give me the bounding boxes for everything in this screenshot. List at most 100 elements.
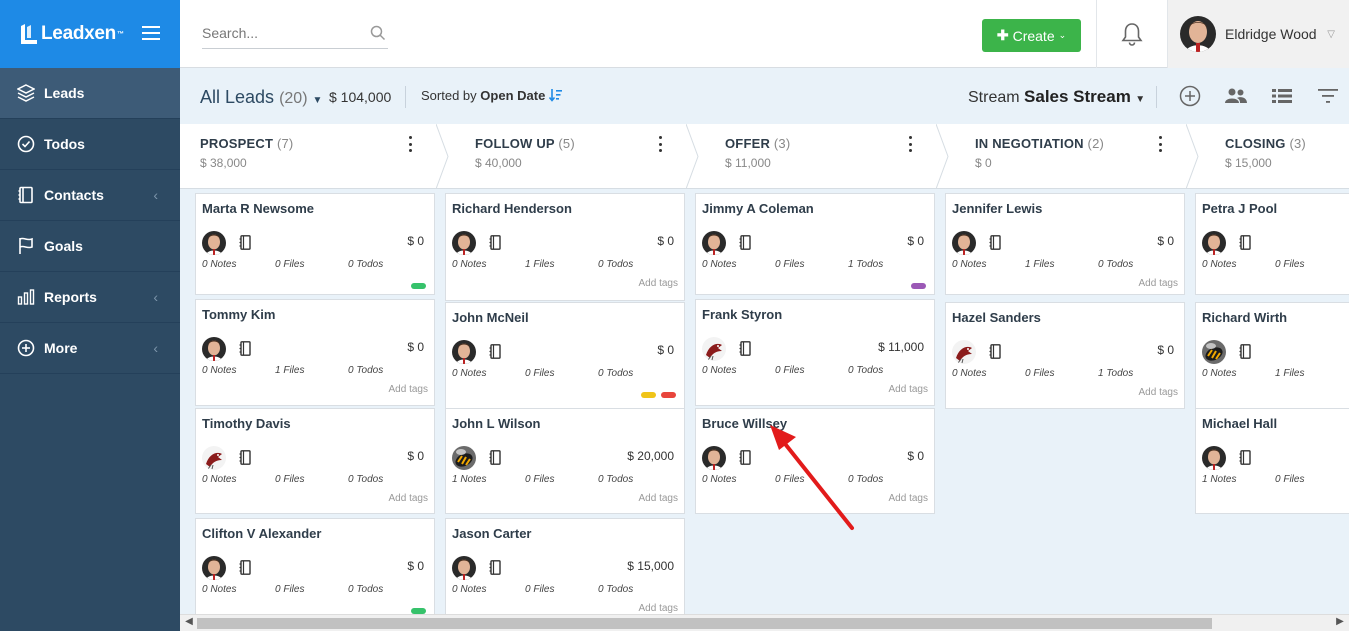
notes-count[interactable]: 1 Notes <box>452 474 486 485</box>
lead-name[interactable]: Bruce Willsey <box>702 416 787 431</box>
lead-card[interactable]: Marta R Newsome $ 0 0 Notes 0 Files 0 Todos <box>195 193 435 295</box>
contact-book-icon[interactable] <box>489 560 501 580</box>
notes-count[interactable]: 0 Notes <box>202 474 236 485</box>
files-count[interactable]: 0 Files <box>275 474 304 485</box>
more-vertical-icon[interactable] <box>1155 136 1165 152</box>
lead-card[interactable]: Richard Wirth 0 Notes 1 Files <box>1195 302 1349 409</box>
sidebar-item-goals[interactable]: Goals <box>0 221 180 272</box>
more-vertical-icon[interactable] <box>655 136 665 152</box>
scroll-right-icon[interactable]: ▶ <box>1333 616 1347 627</box>
sidebar-item-contacts[interactable]: Contacts ‹ <box>0 170 180 221</box>
contact-book-icon[interactable] <box>739 341 751 361</box>
contact-book-icon[interactable] <box>489 450 501 470</box>
horizontal-scrollbar[interactable]: ◀ ▶ <box>180 614 1349 631</box>
files-count[interactable]: 0 Files <box>275 259 304 270</box>
lead-card[interactable]: Timothy Davis $ 0 0 Notes 0 Files 0 Todos Add… <box>195 408 435 514</box>
sort-control[interactable]: Sorted by Open Date <box>421 88 563 103</box>
notes-count[interactable]: 0 Notes <box>1202 259 1236 270</box>
stage-header[interactable]: PROSPECT (7) $ 38,000 <box>180 124 449 188</box>
user-menu[interactable]: Eldridge Wood ▽ <box>1168 0 1349 68</box>
brand-logo[interactable]: Leadxen ™ <box>20 23 124 45</box>
todos-count[interactable]: 0 Todos <box>598 474 633 485</box>
add-tags-link[interactable]: Add tags <box>389 493 428 504</box>
filter-icon[interactable] <box>1316 84 1340 108</box>
contact-book-icon[interactable] <box>489 235 501 255</box>
notes-count[interactable]: 0 Notes <box>202 584 236 595</box>
lead-name[interactable]: Richard Wirth <box>1202 310 1287 325</box>
lead-card[interactable]: Jennifer Lewis $ 0 0 Notes 1 Files 0 Todos Ad… <box>945 193 1185 295</box>
add-tags-link[interactable]: Add tags <box>889 384 928 395</box>
lead-card[interactable]: Jason Carter $ 15,000 0 Notes 0 Files 0 Todo… <box>445 518 685 614</box>
todos-count[interactable]: 0 Todos <box>348 259 383 270</box>
lead-name[interactable]: Jennifer Lewis <box>952 201 1042 216</box>
lead-name[interactable]: John McNeil <box>452 310 529 325</box>
lead-name[interactable]: Michael Hall <box>1202 416 1277 431</box>
notes-count[interactable]: 0 Notes <box>452 584 486 595</box>
lead-card[interactable]: Hazel Sanders $ 0 0 Notes 0 Files 1 Todos Add… <box>945 302 1185 409</box>
todos-count[interactable]: 0 Todos <box>848 365 883 376</box>
add-tags-link[interactable]: Add tags <box>639 603 678 614</box>
stage-header[interactable]: CLOSING (3) $ 15,000 <box>1180 124 1349 188</box>
contact-book-icon[interactable] <box>1239 450 1251 470</box>
files-count[interactable]: 0 Files <box>525 368 554 379</box>
notifications-bell-icon[interactable] <box>1096 0 1168 68</box>
stage-header[interactable]: IN NEGOTIATION (2) $ 0 <box>930 124 1199 188</box>
contact-book-icon[interactable] <box>489 344 501 364</box>
lead-name[interactable]: John L Wilson <box>452 416 540 431</box>
add-tags-link[interactable]: Add tags <box>1139 387 1178 398</box>
lead-name[interactable]: Richard Henderson <box>452 201 572 216</box>
lead-name[interactable]: Petra J Pool <box>1202 201 1277 216</box>
todos-count[interactable]: 0 Todos <box>598 584 633 595</box>
add-tags-link[interactable]: Add tags <box>389 384 428 395</box>
files-count[interactable]: 1 Files <box>275 365 304 376</box>
lead-card[interactable]: Michael Hall 1 Notes 0 Files <box>1195 408 1349 514</box>
contact-book-icon[interactable] <box>1239 235 1251 255</box>
lead-card[interactable]: Bruce Willsey $ 0 0 Notes 0 Files 0 Todos Add… <box>695 408 935 514</box>
tag-pill[interactable] <box>661 392 676 398</box>
lead-card[interactable]: Jimmy A Coleman $ 0 0 Notes 0 Files 1 Todos <box>695 193 935 295</box>
list-view-icon[interactable] <box>1270 84 1294 108</box>
contact-book-icon[interactable] <box>239 235 251 255</box>
lead-card[interactable]: Petra J Pool 0 Notes 0 Files <box>1195 193 1349 295</box>
contact-book-icon[interactable] <box>989 235 1001 255</box>
files-count[interactable]: 0 Files <box>1275 474 1304 485</box>
lead-card[interactable]: Frank Styron $ 11,000 0 Notes 0 Files 0 Todo… <box>695 299 935 406</box>
todos-count[interactable]: 1 Todos <box>1098 368 1133 379</box>
stream-selector[interactable]: Stream Sales Stream ▼ <box>968 87 1145 107</box>
tag-pill[interactable] <box>411 283 426 289</box>
contact-book-icon[interactable] <box>239 560 251 580</box>
add-tags-link[interactable]: Add tags <box>1139 278 1178 289</box>
files-count[interactable]: 0 Files <box>775 365 804 376</box>
notes-count[interactable]: 0 Notes <box>202 259 236 270</box>
all-leads-dropdown[interactable]: All Leads (20) ▼ <box>200 87 322 108</box>
search-icon[interactable] <box>370 25 386 46</box>
contact-book-icon[interactable] <box>739 450 751 470</box>
contact-book-icon[interactable] <box>989 344 1001 364</box>
todos-count[interactable]: 0 Todos <box>348 584 383 595</box>
add-circle-icon[interactable] <box>1178 84 1202 108</box>
notes-count[interactable]: 0 Notes <box>452 368 486 379</box>
todos-count[interactable]: 0 Todos <box>598 259 633 270</box>
files-count[interactable]: 1 Files <box>1275 368 1304 379</box>
contact-book-icon[interactable] <box>239 341 251 361</box>
files-count[interactable]: 1 Files <box>1025 259 1054 270</box>
notes-count[interactable]: 0 Notes <box>1202 368 1236 379</box>
lead-name[interactable]: Clifton V Alexander <box>202 526 321 541</box>
contact-book-icon[interactable] <box>739 235 751 255</box>
stage-header[interactable]: FOLLOW UP (5) $ 40,000 <box>430 124 699 188</box>
lead-name[interactable]: Marta R Newsome <box>202 201 314 216</box>
todos-count[interactable]: 0 Todos <box>348 474 383 485</box>
more-vertical-icon[interactable] <box>905 136 915 152</box>
lead-card[interactable]: John L Wilson $ 20,000 1 Notes 0 Files 0 Tod… <box>445 408 685 514</box>
more-vertical-icon[interactable] <box>405 136 415 152</box>
lead-name[interactable]: Frank Styron <box>702 307 782 322</box>
files-count[interactable]: 0 Files <box>1275 259 1304 270</box>
files-count[interactable]: 0 Files <box>525 474 554 485</box>
lead-name[interactable]: Jason Carter <box>452 526 531 541</box>
sidebar-item-reports[interactable]: Reports ‹ <box>0 272 180 323</box>
notes-count[interactable]: 0 Notes <box>702 259 736 270</box>
sidebar-item-todos[interactable]: Todos <box>0 119 180 170</box>
add-tags-link[interactable]: Add tags <box>889 493 928 504</box>
contact-book-icon[interactable] <box>1239 344 1251 364</box>
notes-count[interactable]: 0 Notes <box>952 368 986 379</box>
